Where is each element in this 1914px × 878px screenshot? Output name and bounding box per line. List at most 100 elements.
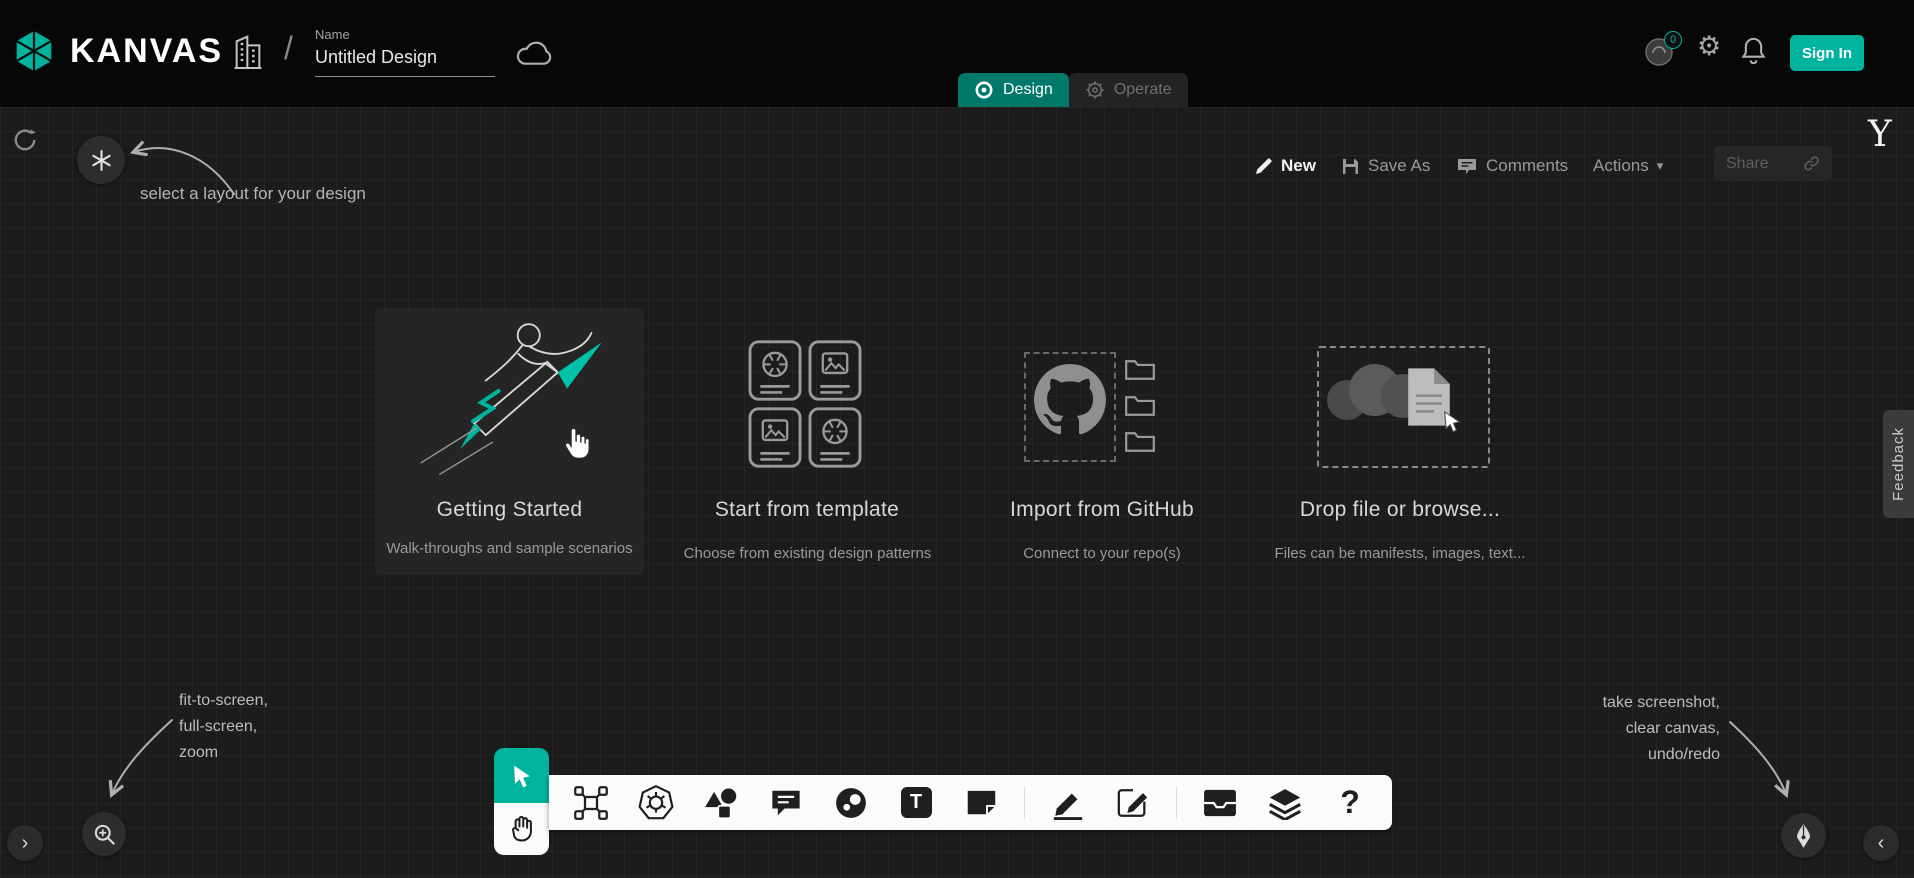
kubernetes-tool-button[interactable] <box>634 781 678 825</box>
cursor-arrow-icon <box>509 763 535 789</box>
help-tool-button[interactable]: ? <box>1328 781 1372 825</box>
annotate-tool-button[interactable] <box>1111 781 1155 825</box>
drop-title: Drop file or browse... <box>1294 498 1506 522</box>
shapes-tool-button[interactable] <box>699 781 743 825</box>
actions-dropdown[interactable]: Actions ▾ <box>1593 151 1663 181</box>
select-tool-button[interactable] <box>494 748 549 803</box>
catalog-tool-button[interactable] <box>829 781 873 825</box>
comments-label: Comments <box>1486 156 1568 176</box>
screenshot-hint-arrow <box>1718 714 1808 808</box>
mode-tabs: Design Operate <box>958 73 1188 107</box>
save-as-button[interactable]: Save As <box>1341 151 1430 181</box>
layout-select-button[interactable] <box>77 136 125 184</box>
comment-tool-button[interactable] <box>764 781 808 825</box>
zoom-hint-arrow <box>94 712 184 808</box>
zoom-magnifier-icon <box>93 823 116 846</box>
template-card-image-icon <box>808 340 862 401</box>
design-name-input[interactable] <box>315 45 495 77</box>
tab-design[interactable]: Design <box>958 73 1069 107</box>
kubernetes-icon <box>637 784 675 822</box>
kanvas-app: KANVAS / Name Design Operate <box>0 0 1914 878</box>
expand-left-panel-button[interactable]: › <box>7 825 43 861</box>
bottom-left-hints: fit-to-screen, full-screen, zoom <box>179 688 268 766</box>
pen-nib-icon <box>1793 823 1814 849</box>
notifications-bell-icon[interactable] <box>1741 36 1766 64</box>
pencil-icon <box>1254 157 1273 176</box>
github-title: Import from GitHub <box>1002 498 1202 522</box>
getting-started-title: Getting Started <box>375 498 644 522</box>
canvas-y-logo: Y <box>1868 114 1892 155</box>
feedback-tab[interactable]: Feedback <box>1883 410 1914 518</box>
actions-label: Actions <box>1593 156 1649 176</box>
text-tool-button[interactable]: T <box>894 781 938 825</box>
sticky-note-icon <box>965 788 998 817</box>
toolbar-divider <box>1024 787 1025 819</box>
comments-bubble-icon <box>1456 157 1478 176</box>
new-button[interactable]: New <box>1254 151 1316 181</box>
comments-button[interactable]: Comments <box>1456 151 1568 181</box>
template-option[interactable] <box>748 340 862 468</box>
extensions-count-badge: 0 <box>1664 31 1682 49</box>
template-card-image-icon <box>748 407 802 468</box>
catalog-icon <box>834 786 868 820</box>
template-card-aperture-icon <box>748 340 802 401</box>
design-mode-icon <box>974 80 994 100</box>
kanvas-logo-icon <box>12 29 56 73</box>
cloud-sync-icon <box>515 40 553 67</box>
breadcrumb-slash: / <box>284 30 293 67</box>
getting-started-caption: Walk-throughs and sample scenarios <box>375 540 644 557</box>
drawer-icon <box>1202 787 1238 819</box>
pen-mode-button[interactable] <box>1781 813 1826 858</box>
layout-asterisk-icon <box>90 149 113 172</box>
repo-folder-icon <box>1124 430 1156 454</box>
tab-operate[interactable]: Operate <box>1069 73 1188 107</box>
operate-mode-icon <box>1085 80 1105 100</box>
drop-caption: Files can be manifests, images, text... <box>1268 545 1532 562</box>
mouse-cursor <box>562 428 590 460</box>
feedback-label: Feedback <box>1890 427 1907 501</box>
layers-tool-button[interactable] <box>1263 781 1307 825</box>
chevron-left-icon: ‹ <box>1878 833 1885 853</box>
repo-folder-icon <box>1124 394 1156 418</box>
drawer-tool-button[interactable] <box>1198 781 1242 825</box>
template-title: Start from template <box>672 498 942 522</box>
drop-cursor-icon <box>1441 410 1463 432</box>
pen-draw-icon <box>1051 786 1085 820</box>
share-button[interactable]: Share <box>1714 146 1832 181</box>
comment-icon <box>769 788 803 818</box>
drop-file-zone[interactable] <box>1317 346 1490 468</box>
note-tool-button[interactable] <box>959 781 1003 825</box>
zoom-button[interactable] <box>82 812 126 856</box>
collapse-right-panel-button[interactable]: ‹ <box>1863 825 1899 861</box>
save-as-label: Save As <box>1368 156 1430 176</box>
canvas-toolbar: T <box>549 775 1392 830</box>
brand-name: KANVAS <box>70 32 223 71</box>
new-label: New <box>1281 156 1316 176</box>
template-card-aperture-icon <box>808 407 862 468</box>
draw-tool-button[interactable] <box>1046 781 1090 825</box>
share-link-icon <box>1803 155 1820 172</box>
component-tool-button[interactable] <box>569 781 613 825</box>
template-caption: Choose from existing design patterns <box>660 545 955 562</box>
workspace-building-icon[interactable] <box>234 33 262 71</box>
loading-spinner-icon <box>12 127 38 153</box>
pan-tool-button[interactable] <box>494 803 549 855</box>
sign-in-button[interactable]: Sign In <box>1790 35 1864 71</box>
getting-started-illustration <box>381 312 637 492</box>
layers-icon <box>1267 786 1303 820</box>
tab-design-label: Design <box>1003 81 1053 99</box>
layout-hint-text: select a layout for your design <box>140 184 366 204</box>
save-floppy-icon <box>1341 157 1360 176</box>
brand[interactable]: KANVAS <box>12 29 223 73</box>
share-label: Share <box>1726 155 1769 173</box>
repo-folder-icon <box>1124 358 1156 382</box>
toolbar-divider <box>1176 787 1177 819</box>
pen-box-icon <box>1116 786 1150 820</box>
text-tool-icon: T <box>901 787 932 818</box>
bottom-right-hints: take screenshot, clear canvas, undo/redo <box>1568 690 1720 768</box>
design-name-label: Name <box>315 27 350 42</box>
settings-gear-icon[interactable]: ⚙ <box>1697 33 1721 60</box>
github-octocat-icon[interactable] <box>1034 364 1106 436</box>
getting-started-card[interactable]: Getting Started Walk-throughs and sample… <box>375 308 644 575</box>
help-question-icon: ? <box>1340 784 1360 821</box>
